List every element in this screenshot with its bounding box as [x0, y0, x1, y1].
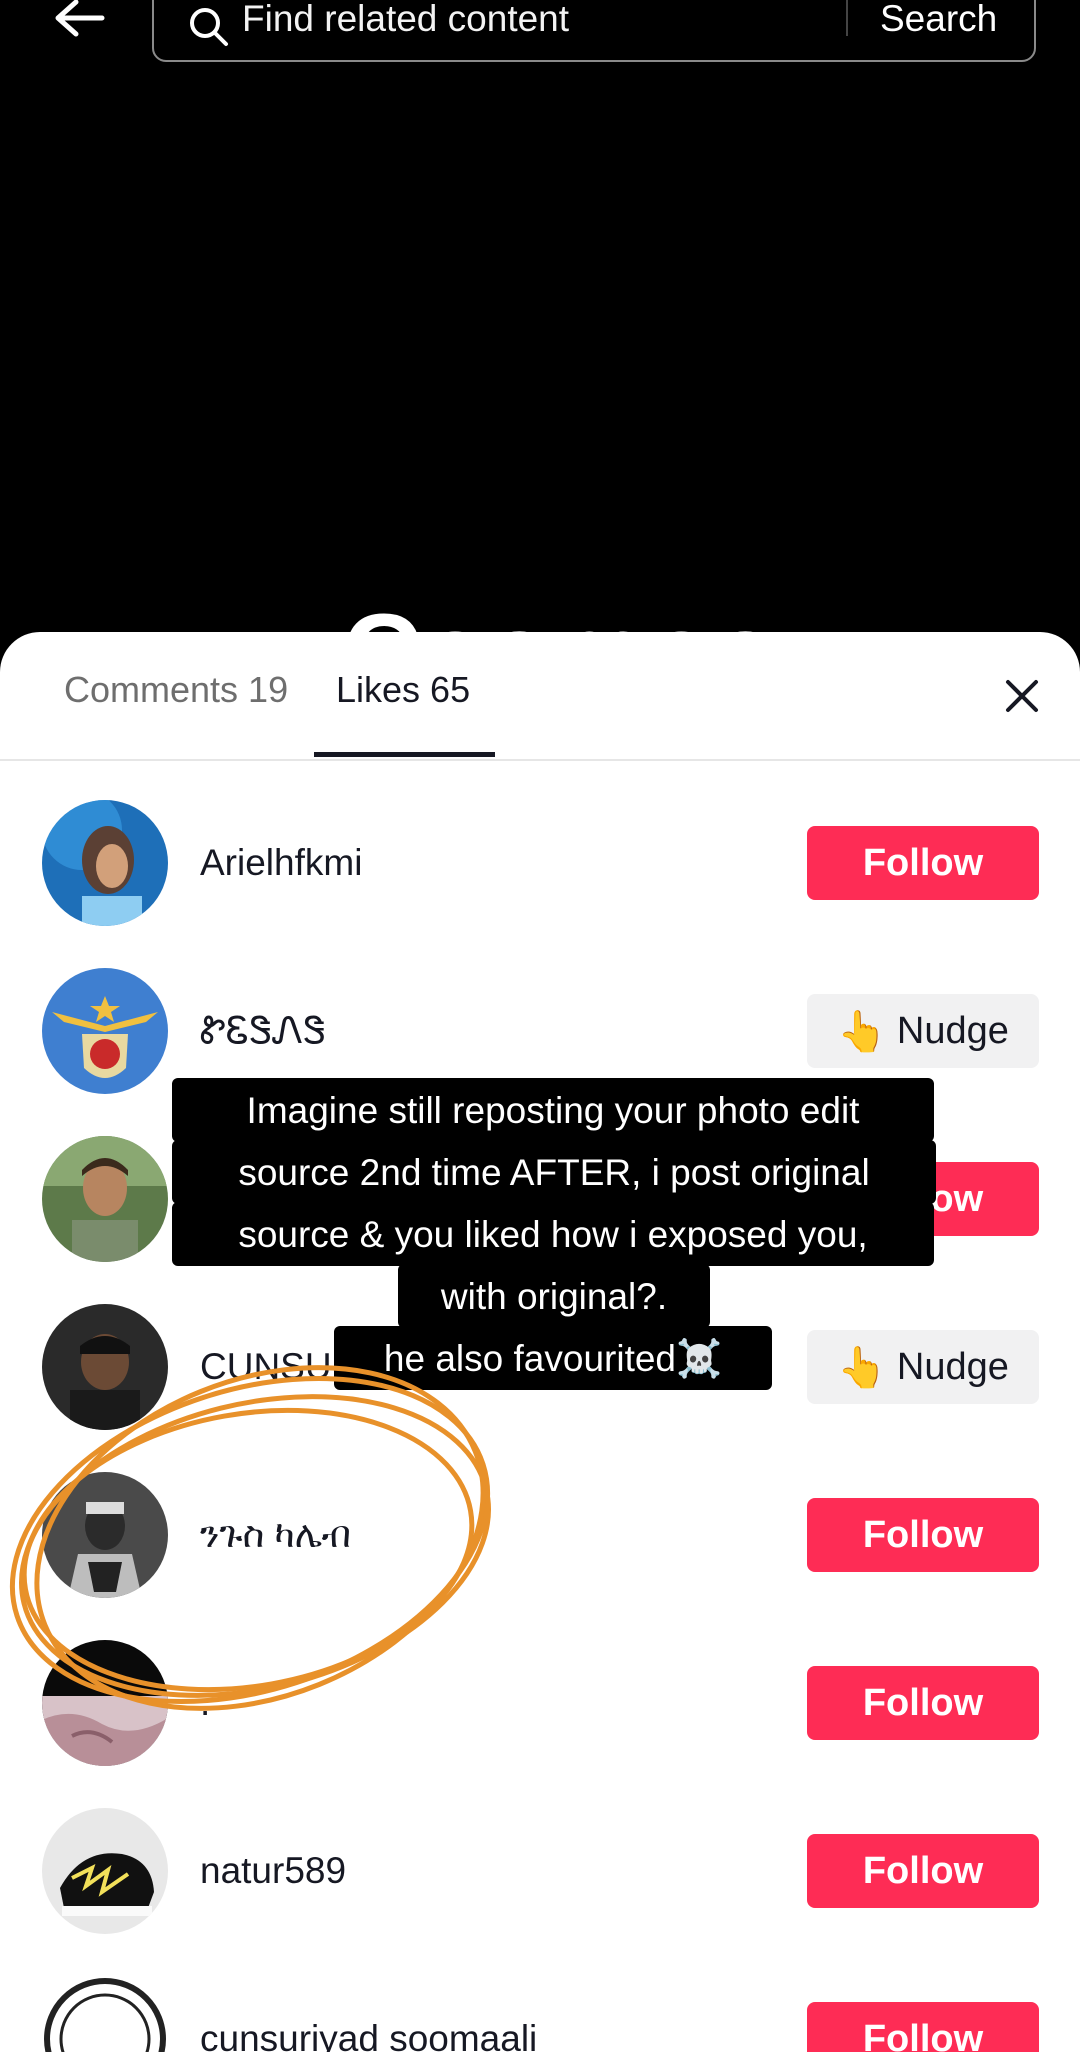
username[interactable]: ንጉስ ካሌብ: [200, 1516, 351, 1553]
nudge-label: Nudge: [896, 1345, 1009, 1388]
list-item[interactable]: ንጉስ ካሌብ Follow: [0, 1472, 1080, 1640]
pointing-hand-icon: 👆: [837, 1345, 887, 1390]
list-item[interactable]: natur589 Follow: [0, 1808, 1080, 1976]
tab-comments[interactable]: Comments 19: [64, 672, 288, 708]
follow-button[interactable]: Follow: [807, 1498, 1039, 1572]
list-item[interactable]: Arielhfkmi Follow: [0, 800, 1080, 968]
username[interactable]: ᏑᏋᏕᏁᏕ: [200, 1012, 326, 1049]
avatar[interactable]: [42, 968, 168, 1094]
avatar[interactable]: [42, 800, 168, 926]
tab-likes[interactable]: Likes 65: [336, 672, 470, 708]
caption-line: source 2nd time AFTER, i post original: [172, 1140, 936, 1204]
list-item[interactable]: cunsuriyad soomaali Follow: [0, 1976, 1080, 2052]
search-divider: [846, 0, 848, 36]
back-arrow-icon: [55, 0, 105, 37]
nudge-button[interactable]: 👆 Nudge: [807, 1330, 1039, 1404]
avatar[interactable]: [42, 1472, 168, 1598]
avatar[interactable]: [42, 1640, 168, 1766]
tab-bar: Comments 19 Likes 65: [0, 632, 1080, 761]
caption-line: source & you liked how i exposed you,: [172, 1202, 934, 1266]
close-icon: [1006, 680, 1038, 712]
follow-button[interactable]: Follow: [807, 1834, 1039, 1908]
avatar[interactable]: [42, 1136, 168, 1262]
follow-button[interactable]: Follow: [807, 2002, 1039, 2052]
search-button[interactable]: Search: [880, 0, 997, 37]
username[interactable]: Arielhfkmi: [200, 844, 362, 881]
username[interactable]: .: [200, 1684, 210, 1721]
search-icon: [190, 8, 228, 46]
follow-button[interactable]: Follow: [807, 1666, 1039, 1740]
search-bar[interactable]: Find related content Search: [152, 0, 1036, 62]
caption-line: with original?.: [398, 1264, 710, 1328]
username[interactable]: CUNSU: [200, 1348, 332, 1385]
active-tab-indicator: [314, 752, 495, 757]
search-input[interactable]: Find related content: [242, 0, 569, 37]
username[interactable]: natur589: [200, 1852, 346, 1889]
caption-line: he also favourited☠️: [334, 1326, 772, 1390]
nudge-button[interactable]: 👆 Nudge: [807, 994, 1039, 1068]
pointing-hand-icon: 👆: [837, 1009, 887, 1054]
avatar[interactable]: [42, 1808, 168, 1934]
back-button[interactable]: [50, 0, 110, 45]
close-button[interactable]: [1002, 676, 1042, 716]
avatar[interactable]: [42, 1304, 168, 1430]
list-item[interactable]: . Follow: [0, 1640, 1080, 1808]
avatar[interactable]: [42, 1976, 168, 2052]
follow-button[interactable]: Follow: [807, 826, 1039, 900]
nudge-label: Nudge: [896, 1009, 1009, 1052]
username[interactable]: cunsuriyad soomaali: [200, 2020, 537, 2052]
caption-line: Imagine still reposting your photo edit: [172, 1078, 934, 1142]
